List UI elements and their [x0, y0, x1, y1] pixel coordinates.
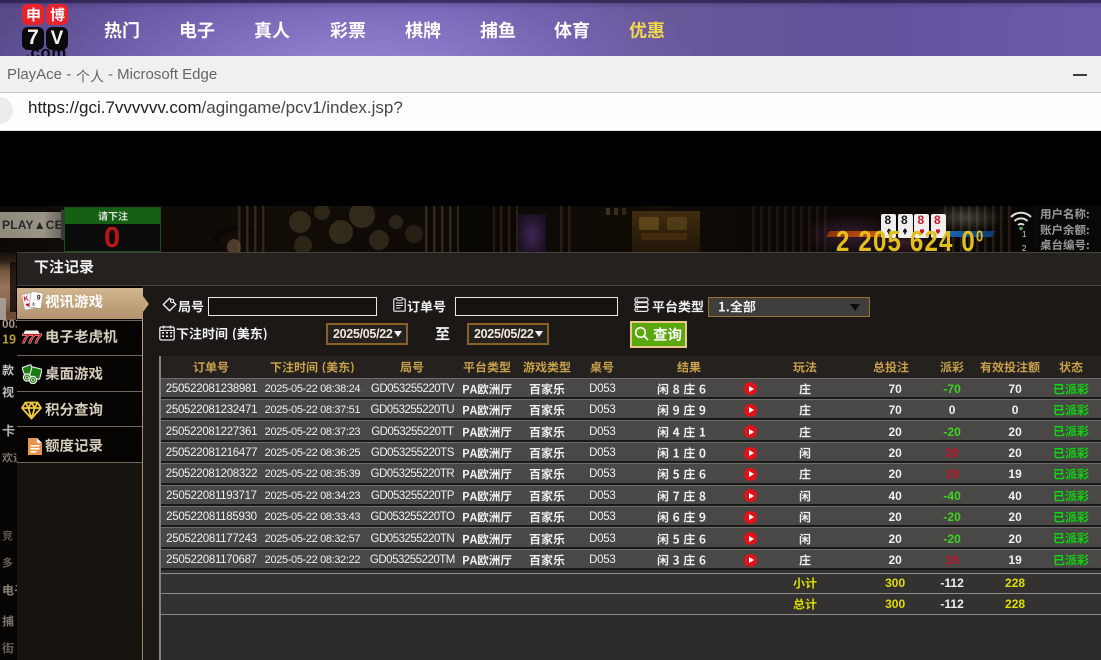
- svg-text:777: 777: [22, 331, 42, 346]
